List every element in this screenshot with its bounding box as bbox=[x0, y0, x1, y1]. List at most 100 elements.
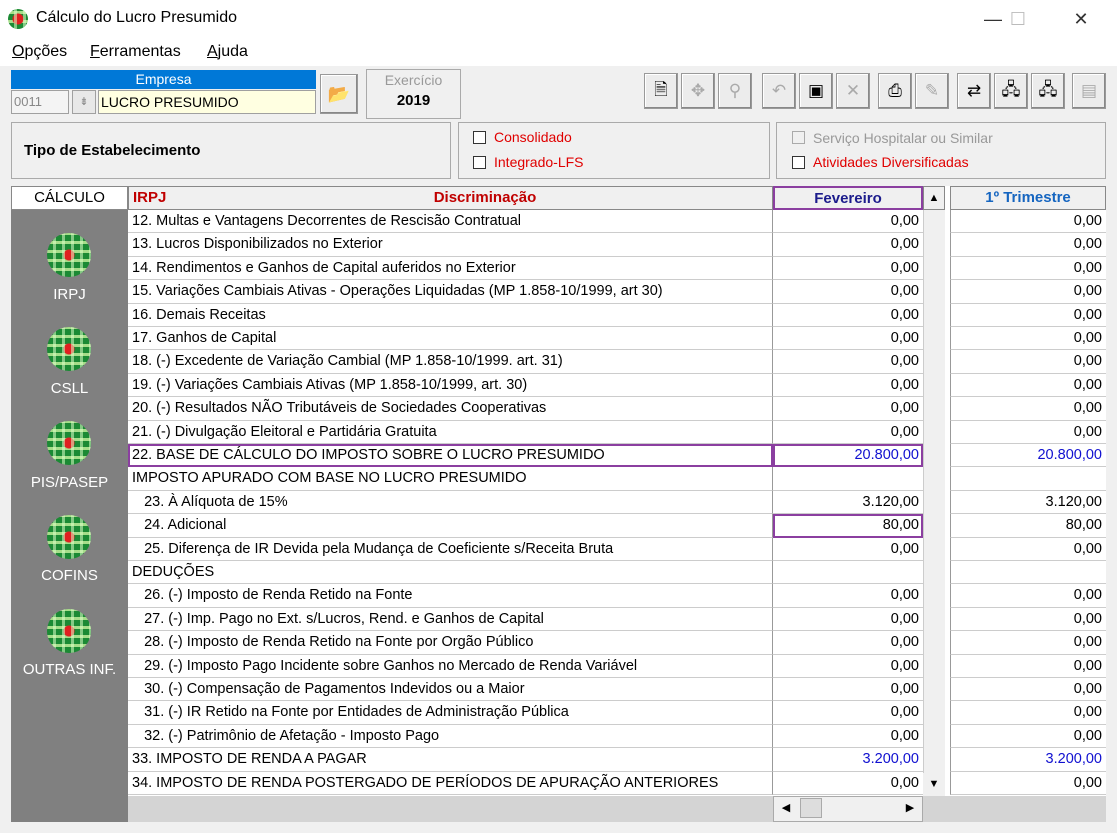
table-row[interactable]: 22. BASE DE CÁLCULO DO IMPOSTO SOBRE O L… bbox=[128, 444, 1106, 468]
table-row[interactable]: 28. (-) Imposto de Renda Retido na Fonte… bbox=[128, 631, 1106, 655]
sidebar-item-outras-inf[interactable]: OUTRAS INF. bbox=[11, 661, 128, 678]
month-value-cell[interactable]: 80,00 bbox=[773, 514, 923, 538]
vertical-scroll-track[interactable] bbox=[923, 280, 945, 304]
servico-hospitalar-checkbox[interactable] bbox=[792, 131, 805, 144]
empresa-name-field[interactable]: LUCRO PRESUMIDO bbox=[98, 90, 316, 114]
maximize-button[interactable]: ☐ bbox=[995, 0, 1041, 38]
month-value-cell[interactable]: 0,00 bbox=[773, 303, 923, 327]
vertical-scroll-track[interactable] bbox=[923, 233, 945, 257]
import-button[interactable]: ⇄ bbox=[957, 73, 991, 109]
cofins-icon[interactable] bbox=[47, 515, 91, 559]
table-row[interactable]: 21. (-) Divulgação Eleitoral e Partidári… bbox=[128, 420, 1106, 444]
menu-ferramentas[interactable]: Ferramentas bbox=[90, 43, 181, 61]
vertical-scroll-track[interactable] bbox=[923, 631, 945, 655]
pis-pasep-icon[interactable] bbox=[47, 421, 91, 465]
vertical-scroll-track[interactable] bbox=[923, 490, 945, 515]
month-value-cell[interactable]: 3.200,00 bbox=[773, 748, 923, 772]
csll-icon[interactable] bbox=[47, 327, 91, 371]
month-value-cell[interactable]: 0,00 bbox=[773, 280, 923, 304]
empresa-lookup-button[interactable]: ⇟ bbox=[72, 90, 96, 114]
vertical-scroll-track[interactable] bbox=[923, 420, 945, 444]
month-value-cell[interactable]: 0,00 bbox=[773, 210, 923, 234]
table-row[interactable]: 18. (-) Excedente de Variação Cambial (M… bbox=[128, 350, 1106, 374]
vertical-scroll-track[interactable] bbox=[923, 584, 945, 608]
table-row[interactable]: 17. Ganhos de Capital 0,00 0,00 bbox=[128, 327, 1106, 351]
month-value-cell[interactable]: 0,00 bbox=[773, 327, 923, 351]
irpj-icon[interactable] bbox=[47, 233, 91, 277]
sidebar-item-pis-pasep[interactable]: PIS/PASEP bbox=[11, 474, 128, 491]
network-config-button[interactable]: 🖧 bbox=[1031, 73, 1065, 109]
vertical-scroll-track[interactable] bbox=[923, 654, 945, 678]
vertical-scroll-track[interactable] bbox=[923, 467, 945, 491]
vertical-scroll-track[interactable] bbox=[923, 327, 945, 351]
search-button[interactable]: ⚲ bbox=[718, 73, 752, 109]
save-button[interactable]: ▣ bbox=[799, 73, 833, 109]
month-value-cell[interactable]: 0,00 bbox=[773, 607, 923, 632]
vertical-scroll-track[interactable] bbox=[923, 397, 945, 421]
month-value-cell[interactable]: 0,00 bbox=[773, 397, 923, 421]
vertical-scroll-track[interactable] bbox=[923, 724, 945, 749]
vertical-scroll-track[interactable] bbox=[923, 350, 945, 374]
vertical-scroll-track[interactable] bbox=[923, 701, 945, 725]
month-value-cell[interactable]: 0,00 bbox=[773, 678, 923, 702]
month-value-cell[interactable] bbox=[773, 467, 923, 491]
tools-button[interactable]: ✎ bbox=[915, 73, 949, 109]
sidebar-item-irpj[interactable]: IRPJ bbox=[11, 286, 128, 303]
month-value-cell[interactable]: 0,00 bbox=[773, 584, 923, 608]
table-row[interactable]: 29. (-) Imposto Pago Incidente sobre Gan… bbox=[128, 654, 1106, 678]
vertical-scroll-track[interactable] bbox=[923, 303, 945, 327]
table-row[interactable]: 20. (-) Resultados NÃO Tributáveis de So… bbox=[128, 397, 1106, 421]
network-button[interactable]: 🖧 bbox=[994, 73, 1028, 109]
table-row[interactable]: 32. (-) Patrimônio de Afetação - Imposto… bbox=[128, 724, 1106, 749]
scroll-thumb[interactable] bbox=[800, 798, 822, 818]
vertical-scroll-track[interactable] bbox=[923, 373, 945, 398]
exercicio-year[interactable]: 2019 bbox=[366, 92, 461, 109]
table-row[interactable]: 25. Diferença de IR Devida pela Mudança … bbox=[128, 537, 1106, 561]
vertical-scroll-track[interactable] bbox=[923, 537, 945, 561]
open-folder-button[interactable]: 📂 bbox=[320, 74, 358, 114]
empresa-code-field[interactable]: 0011 bbox=[11, 90, 69, 114]
month-value-cell[interactable]: 0,00 bbox=[773, 373, 923, 398]
month-value-cell[interactable]: 0,00 bbox=[773, 420, 923, 444]
month-value-cell[interactable]: 0,00 bbox=[773, 233, 923, 257]
vertical-scroll-track[interactable] bbox=[923, 444, 945, 468]
outras-inf-icon[interactable] bbox=[47, 609, 91, 653]
month-value-cell[interactable]: 3.120,00 bbox=[773, 490, 923, 515]
table-row[interactable]: 31. (-) IR Retido na Fonte por Entidades… bbox=[128, 701, 1106, 725]
month-value-cell[interactable] bbox=[773, 561, 923, 585]
table-row[interactable]: 27. (-) Imp. Pago no Ext. s/Lucros, Rend… bbox=[128, 607, 1106, 632]
atividades-diversificadas-checkbox[interactable] bbox=[792, 156, 805, 169]
table-row[interactable]: 26. (-) Imposto de Renda Retido na Fonte… bbox=[128, 584, 1106, 608]
month-value-cell[interactable]: 20.800,00 bbox=[773, 444, 923, 468]
table-row[interactable]: 15. Variações Cambiais Ativas - Operaçõe… bbox=[128, 280, 1106, 304]
vertical-scroll-track[interactable] bbox=[923, 561, 945, 585]
vertical-scroll-track[interactable] bbox=[923, 607, 945, 632]
month-value-cell[interactable]: 0,00 bbox=[773, 654, 923, 678]
month-value-cell[interactable]: 0,00 bbox=[773, 771, 923, 795]
month-value-cell[interactable]: 0,00 bbox=[773, 701, 923, 725]
table-row[interactable]: 33. IMPOSTO DE RENDA A PAGAR 3.200,00 3.20… bbox=[128, 748, 1106, 772]
sidebar-item-cofins[interactable]: COFINS bbox=[11, 567, 128, 584]
consolidado-checkbox[interactable] bbox=[473, 131, 486, 144]
scroll-left-button[interactable]: ◀ bbox=[776, 798, 796, 818]
column-header-month[interactable]: Fevereiro bbox=[773, 186, 923, 210]
month-value-cell[interactable]: 0,00 bbox=[773, 537, 923, 561]
table-row[interactable]: 34. IMPOSTO DE RENDA POSTERGADO DE PERÍO… bbox=[128, 771, 1106, 795]
menu-ajuda[interactable]: Ajuda bbox=[207, 43, 248, 61]
undo-button[interactable]: ↶ bbox=[762, 73, 796, 109]
table-row[interactable]: IMPOSTO APURADO COM BASE NO LUCRO PRESUM… bbox=[128, 467, 1106, 491]
vertical-scroll-track[interactable] bbox=[923, 256, 945, 281]
close-button[interactable]: ✕ bbox=[1058, 0, 1104, 38]
month-value-cell[interactable]: 0,00 bbox=[773, 256, 923, 281]
vertical-scroll-track[interactable] bbox=[923, 514, 945, 538]
print-button[interactable]: ⎙ bbox=[878, 73, 912, 109]
navigate-button[interactable]: ✥ bbox=[681, 73, 715, 109]
table-row[interactable]: 19. (-) Variações Cambiais Ativas (MP 1.… bbox=[128, 373, 1106, 398]
table-row[interactable]: 12. Multas e Vantagens Decorrentes de Re… bbox=[128, 210, 1106, 234]
table-row[interactable]: 13. Lucros Disponibilizados no Exterior 0… bbox=[128, 233, 1106, 257]
vertical-scroll-track[interactable] bbox=[923, 210, 945, 234]
month-value-cell[interactable]: 0,00 bbox=[773, 350, 923, 374]
scroll-down-button[interactable]: ▼ bbox=[923, 773, 945, 796]
table-row[interactable]: 24. Adicional 80,00 80,00 bbox=[128, 514, 1106, 538]
table-row[interactable]: 14. Rendimentos e Ganhos de Capital aufe… bbox=[128, 256, 1106, 281]
